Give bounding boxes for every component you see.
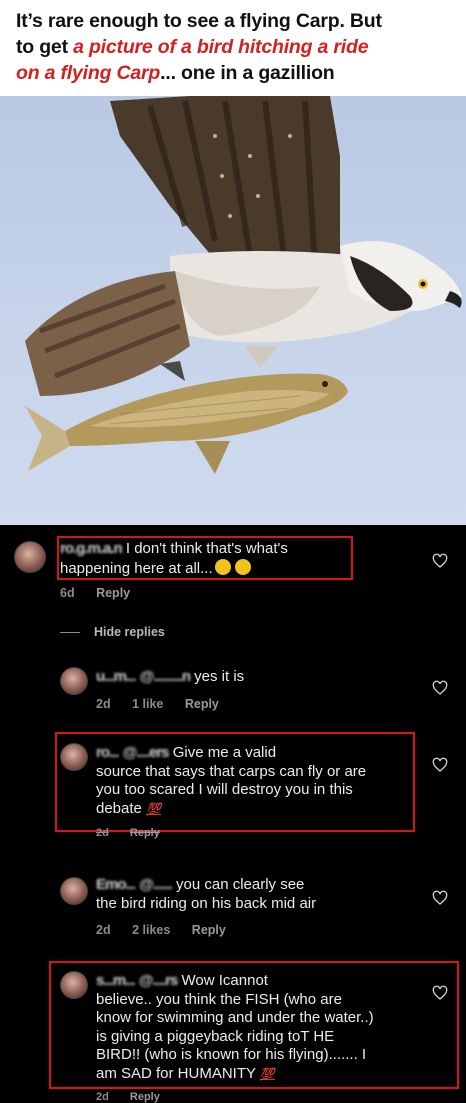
osprey-carp-illustration [25,96,462,474]
caption-line-3-plain: ... one in a gazillion [160,62,335,84]
hide-replies-button[interactable]: Hide replies [60,625,165,639]
comment-username[interactable]: Emo... [96,876,136,895]
comment-time: 2d [96,923,111,937]
comment-meta: 2d Reply [96,827,178,839]
comment-meta: 6d Reply [60,586,148,600]
comment-time: 6d [60,586,75,600]
comments-section: ro.g.m.a.n I don't think that's what's h… [0,525,466,1103]
likes-count[interactable]: 2 likes [132,923,170,937]
reply-button[interactable]: Reply [130,827,160,839]
reply-button[interactable]: Reply [130,1091,160,1103]
caption-line-1: It’s rare enough to see a flying Carp. B… [16,10,382,32]
comment-time: 2d [96,827,109,839]
heart-icon[interactable] [432,757,448,773]
comment-time: 2d [96,1091,109,1103]
comment-meta: 2d Reply [96,1091,178,1103]
comment-mention[interactable]: @...... [139,876,173,895]
heart-icon[interactable] [432,985,448,1001]
comment-username[interactable]: u...m... [96,668,137,687]
caption-line-2-plain: to get [16,36,74,58]
reply-button[interactable]: Reply [185,697,219,711]
avatar[interactable] [14,541,46,573]
heart-icon[interactable] [432,890,448,906]
heart-icon[interactable] [432,680,448,696]
comment-time: 2d [96,697,111,711]
comment-text: Emo... @...... you can clearly see the b… [96,876,317,912]
highlight-box [49,961,459,1089]
avatar[interactable] [60,667,88,695]
meme-caption: It’s rare enough to see a flying Carp. B… [0,0,466,96]
avatar[interactable] [60,877,88,905]
comment-meta: 2d 1 like Reply [96,697,237,711]
reply-button[interactable]: Reply [192,923,226,937]
highlight-box [57,536,353,580]
comment-mention[interactable]: @.........n [140,668,191,687]
likes-count[interactable]: 1 like [132,697,163,711]
comment-meta: 2d 2 likes Reply [96,923,244,937]
highlight-box [55,732,415,832]
heart-icon[interactable] [432,553,448,569]
reply-button[interactable]: Reply [96,586,130,600]
osprey-carp-photo [0,96,466,525]
caption-line-3-red: on a flying Carp [16,62,161,84]
caption-line-2-red: a picture of a bird hitching a ride [73,36,369,58]
comment-text: u...m... @.........n yes it is [96,668,245,687]
